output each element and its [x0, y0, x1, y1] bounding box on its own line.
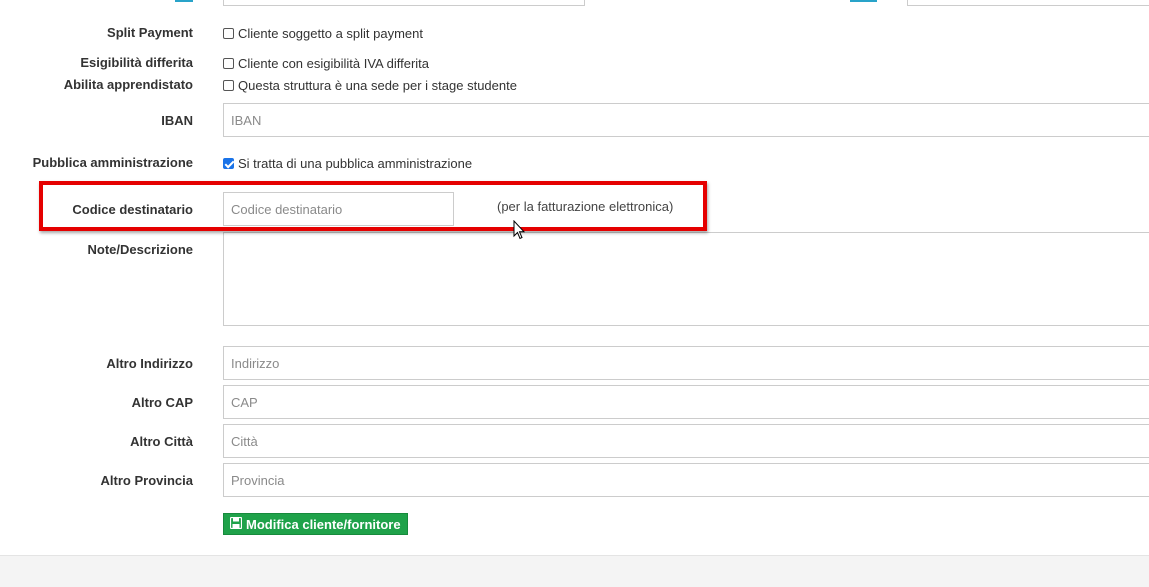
pa-text: Si tratta di una pubblica amministrazion… — [238, 156, 473, 171]
altro-citta-input[interactable] — [223, 424, 1149, 458]
top-partial-button-left[interactable] — [175, 0, 193, 2]
iban-label: IBAN — [161, 113, 193, 128]
apprendistato-text: Questa struttura è una sede per i stage … — [238, 78, 517, 93]
apprendistato-label: Abilita apprendistato — [63, 77, 193, 92]
altro-citta-label: Altro Città — [130, 434, 193, 449]
altro-provincia-label: Altro Provincia — [100, 473, 193, 488]
altro-cap-input[interactable] — [223, 385, 1149, 419]
top-partial-field-right[interactable] — [907, 0, 1149, 6]
top-partial-button-right[interactable] — [850, 0, 877, 2]
esigibilita-text: Cliente con esigibilità IVA differita — [238, 56, 430, 71]
esigibilita-checkbox[interactable]: Cliente con esigibilità IVA differita — [223, 56, 429, 71]
checkbox-icon[interactable] — [223, 28, 234, 39]
modifica-cliente-button[interactable]: Modifica cliente/fornitore — [223, 513, 408, 535]
floppy-disk-icon — [229, 516, 243, 532]
checkbox-icon[interactable] — [223, 58, 234, 69]
checkbox-icon[interactable] — [223, 80, 234, 91]
note-label: Note/Descrizione — [87, 242, 193, 257]
pa-checkbox[interactable]: Si tratta di una pubblica amministrazion… — [223, 156, 472, 171]
page-footer — [0, 555, 1149, 587]
top-partial-field-left[interactable] — [223, 0, 585, 6]
checkbox-checked-icon[interactable] — [223, 158, 234, 169]
esigibilita-label: Esigibilità differita — [80, 55, 193, 70]
pa-label: Pubblica amministrazione — [32, 155, 193, 170]
apprendistato-checkbox[interactable]: Questa struttura è una sede per i stage … — [223, 78, 517, 93]
split-payment-checkbox[interactable]: Cliente soggetto a split payment — [223, 26, 423, 41]
note-textarea[interactable] — [223, 232, 1149, 326]
altro-cap-label: Altro CAP — [131, 395, 193, 410]
altro-provincia-input[interactable] — [223, 463, 1149, 497]
split-payment-text: Cliente soggetto a split payment — [238, 26, 423, 41]
altro-indirizzo-label: Altro Indirizzo — [106, 356, 193, 371]
iban-input[interactable] — [223, 103, 1149, 137]
modifica-cliente-label: Modifica cliente/fornitore — [246, 516, 401, 532]
mouse-cursor-icon — [513, 219, 526, 243]
highlight-annotation-box — [39, 181, 707, 231]
altro-indirizzo-input[interactable] — [223, 346, 1149, 380]
split-payment-label: Split Payment — [107, 25, 193, 40]
